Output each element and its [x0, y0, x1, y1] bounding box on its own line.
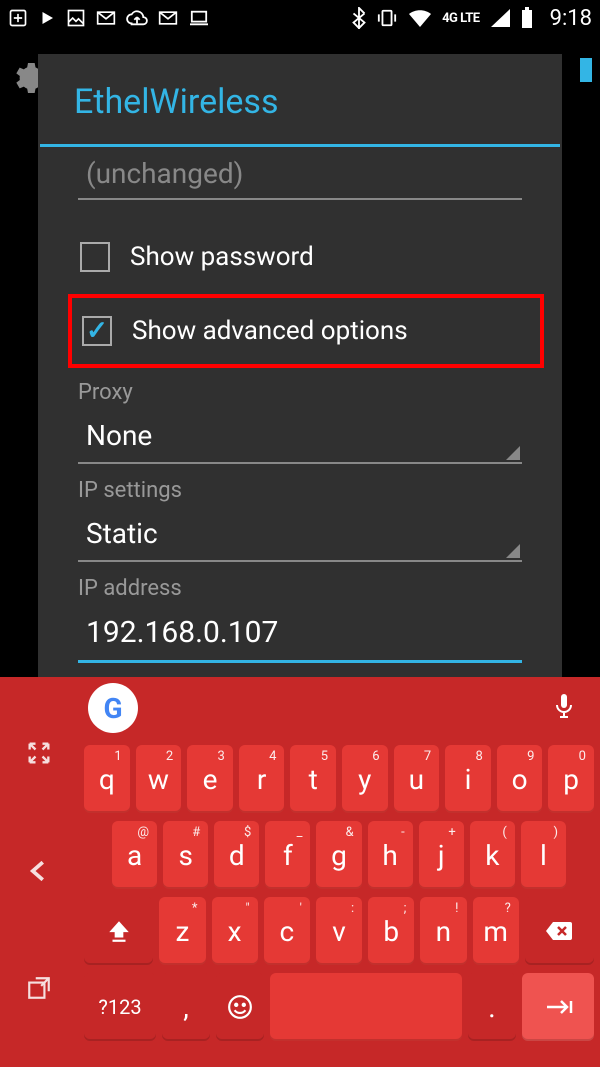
- wifi-icon: [408, 9, 432, 27]
- key-s[interactable]: s#: [163, 821, 208, 889]
- ip-address-label: IP address: [78, 576, 522, 601]
- emoji-key[interactable]: [216, 973, 264, 1041]
- ip-settings-label: IP settings: [78, 478, 522, 503]
- show-password-row[interactable]: Show password: [78, 224, 522, 290]
- key-i[interactable]: i8: [445, 745, 491, 813]
- dialog-title: EthelWireless: [38, 54, 562, 144]
- key-p[interactable]: p0: [548, 745, 594, 813]
- keyboard-back-button[interactable]: [24, 856, 54, 890]
- signal-icon: [490, 9, 510, 27]
- proxy-label: Proxy: [78, 380, 522, 405]
- laptop-icon: [188, 9, 210, 27]
- add-box-icon: [8, 8, 28, 28]
- gmail-icon: [96, 10, 116, 26]
- gmail-icon-2: [158, 10, 178, 26]
- key-f[interactable]: f_: [265, 821, 310, 889]
- key-e[interactable]: e3: [187, 745, 233, 813]
- key-b[interactable]: b;: [368, 897, 414, 965]
- ip-settings-select[interactable]: Static: [78, 511, 522, 562]
- key-g[interactable]: g&: [316, 821, 361, 889]
- bluetooth-icon: [352, 7, 366, 29]
- google-search-button[interactable]: G: [88, 683, 138, 733]
- key-t[interactable]: t5: [290, 745, 336, 813]
- key-z[interactable]: z*: [159, 897, 205, 965]
- space-key[interactable]: [270, 973, 462, 1041]
- show-password-checkbox[interactable]: [80, 242, 110, 272]
- battery-icon: [520, 7, 534, 29]
- vibrate-icon: [376, 8, 398, 28]
- cloud-upload-icon: [126, 9, 148, 27]
- ip-address-input[interactable]: 192.168.0.107: [78, 609, 522, 663]
- status-bar: 4G LTE 9:18: [0, 0, 600, 36]
- key-l[interactable]: l): [521, 821, 566, 889]
- keyboard-expand-button[interactable]: [25, 739, 53, 771]
- show-password-label: Show password: [130, 242, 314, 272]
- key-k[interactable]: k(: [470, 821, 515, 889]
- key-j[interactable]: j+: [419, 821, 464, 889]
- enter-key[interactable]: [522, 973, 594, 1041]
- proxy-select[interactable]: None: [78, 413, 522, 464]
- background-accent: [580, 58, 592, 82]
- soft-keyboard: G q1w2e3r4t5y6u7i8o9p0 a@s#d$f_g&h-j+k(l…: [0, 677, 600, 1067]
- password-field[interactable]: (unchanged): [78, 153, 522, 198]
- keyboard-popup-button[interactable]: [26, 975, 52, 1005]
- key-r[interactable]: r4: [239, 745, 285, 813]
- period-key[interactable]: .: [468, 973, 516, 1041]
- key-h[interactable]: h-: [368, 821, 413, 889]
- annotation-highlight: Show advanced options: [68, 294, 544, 368]
- key-a[interactable]: a@: [112, 821, 157, 889]
- key-n[interactable]: n!: [420, 897, 466, 965]
- backspace-key[interactable]: [525, 897, 594, 965]
- key-o[interactable]: o9: [497, 745, 543, 813]
- key-w[interactable]: w2: [136, 745, 182, 813]
- symbols-key[interactable]: ?123: [84, 973, 156, 1041]
- show-advanced-label: Show advanced options: [132, 316, 408, 346]
- key-q[interactable]: q1: [84, 745, 130, 813]
- comma-key[interactable]: ,: [162, 973, 210, 1041]
- network-type: 4G LTE: [442, 12, 480, 25]
- show-advanced-row[interactable]: Show advanced options: [78, 304, 534, 358]
- google-logo-icon: G: [103, 692, 122, 725]
- mic-icon[interactable]: [552, 692, 576, 724]
- wifi-network-dialog: EthelWireless (unchanged) Show password …: [38, 54, 562, 677]
- key-u[interactable]: u7: [394, 745, 440, 813]
- show-advanced-checkbox[interactable]: [82, 316, 112, 346]
- key-d[interactable]: d$: [214, 821, 259, 889]
- key-m[interactable]: m?: [473, 897, 519, 965]
- image-icon: [66, 8, 86, 28]
- key-c[interactable]: c': [264, 897, 310, 965]
- key-y[interactable]: y6: [342, 745, 388, 813]
- shift-key[interactable]: [84, 897, 153, 965]
- key-v[interactable]: v:: [316, 897, 362, 965]
- key-x[interactable]: x": [212, 897, 258, 965]
- play-icon: [38, 9, 56, 27]
- status-clock: 9:18: [550, 6, 592, 31]
